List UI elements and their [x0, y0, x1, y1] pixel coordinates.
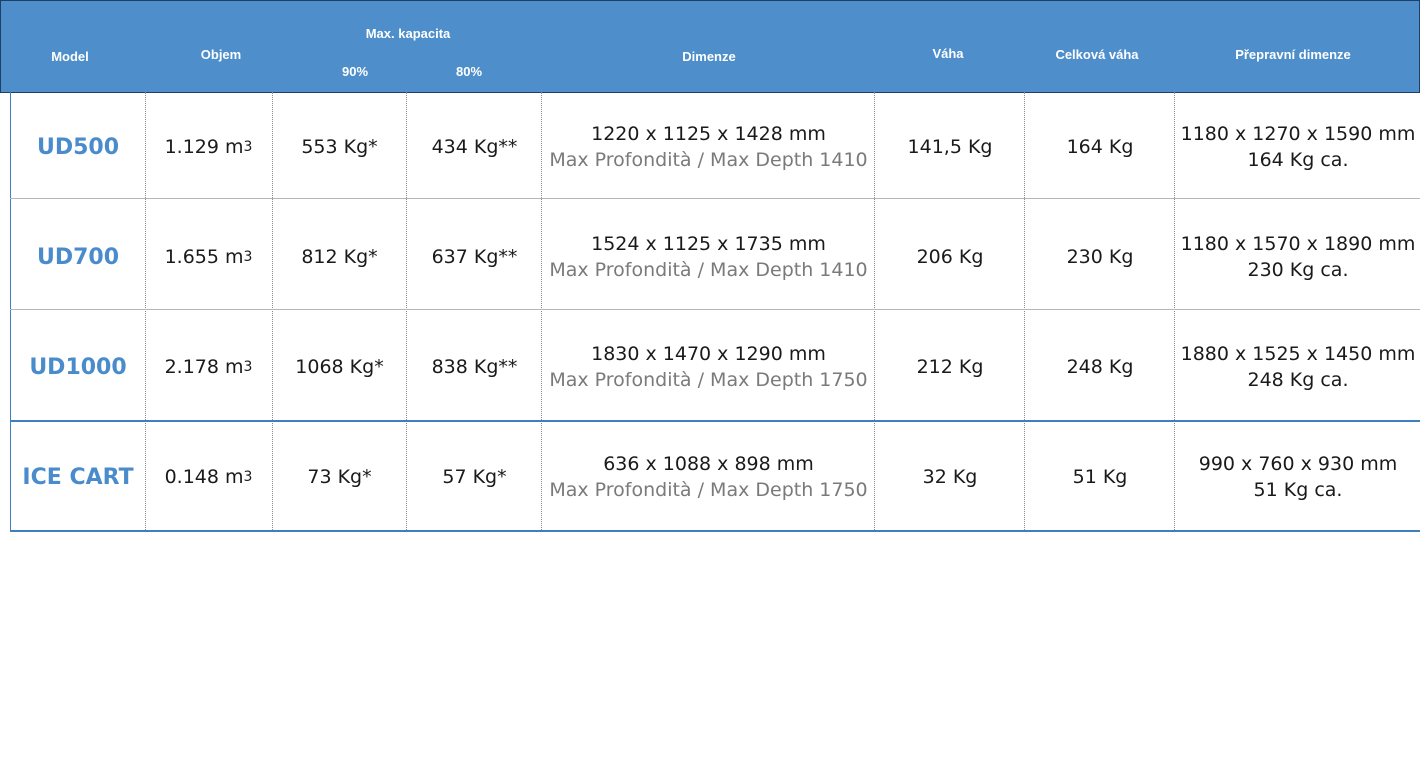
shipping-dimension: 1180 x 1270 x 1590 mm: [1180, 123, 1416, 145]
shipping-dimension: 1880 x 1525 x 1450 mm: [1180, 343, 1416, 365]
capacity-80: 434 Kg**: [431, 136, 518, 158]
weight-value: 141,5 Kg: [907, 136, 993, 158]
weight-value: 32 Kg: [922, 466, 978, 488]
volume-value: 1.655 m: [164, 246, 244, 268]
capacity-80: 838 Kg**: [431, 356, 518, 378]
capacity-90: 812 Kg*: [301, 246, 378, 268]
capacity-90: 553 Kg*: [301, 136, 378, 158]
capacity-80: 637 Kg**: [431, 246, 518, 268]
dimension-value: 1524 x 1125 x 1735 mm: [591, 233, 826, 255]
column-divider: [1174, 92, 1175, 532]
volume-value: 0.148 m: [164, 466, 244, 488]
model-name: UD500: [36, 134, 120, 160]
dimension-max-depth: Max Profondità / Max Depth 1410: [549, 259, 868, 281]
total-weight-value: 164 Kg: [1066, 136, 1134, 158]
header-cap-80: 80%: [455, 64, 483, 79]
row-divider: [10, 198, 1420, 199]
capacity-80: 57 Kg*: [442, 466, 507, 488]
column-divider: [541, 92, 542, 532]
volume-cell: 1.655 m3: [164, 246, 253, 268]
dimension-max-depth: Max Profondità / Max Depth 1750: [549, 479, 868, 501]
volume-value: 2.178 m: [164, 356, 244, 378]
header-model: Model: [51, 49, 89, 64]
table-header: Model Objem Max. kapacita 90% 80% Dimenz…: [0, 0, 1420, 93]
dimension-value: 636 x 1088 x 898 mm: [603, 453, 814, 475]
shipping-cell: 1180 x 1270 x 1590 mm 164 Kg ca.: [1175, 92, 1420, 202]
capacity-90: 73 Kg*: [307, 466, 372, 488]
volume-cell: 1.129 m3: [164, 136, 253, 158]
shipping-dimension: 990 x 760 x 930 mm: [1198, 453, 1398, 475]
capacity-90: 1068 Kg*: [295, 356, 384, 378]
shipping-weight: 230 Kg ca.: [1247, 259, 1349, 281]
table-row: UD700 1.655 m3 812 Kg* 637 Kg** 1524 x 1…: [10, 202, 1419, 312]
dimension-cell: 1524 x 1125 x 1735 mm Max Profondità / M…: [542, 202, 875, 312]
weight-value: 206 Kg: [916, 246, 984, 268]
table-body: UD500 1.129 m3 553 Kg* 434 Kg** 1220 x 1…: [10, 92, 1420, 532]
column-divider: [1024, 92, 1025, 532]
dimension-value: 1830 x 1470 x 1290 mm: [591, 343, 826, 365]
volume-value: 1.129 m: [164, 136, 244, 158]
dimension-max-depth: Max Profondità / Max Depth 1410: [549, 149, 868, 171]
header-vaha: Váha: [932, 46, 964, 61]
shipping-cell: 990 x 760 x 930 mm 51 Kg ca.: [1175, 422, 1420, 532]
dimension-max-depth: Max Profondità / Max Depth 1750: [549, 369, 868, 391]
table-bottom-border: [10, 530, 1420, 532]
dimension-cell: 1220 x 1125 x 1428 mm Max Profondità / M…: [542, 92, 875, 202]
row-divider: [10, 420, 1420, 422]
row-divider: [10, 309, 1420, 310]
dimension-cell: 636 x 1088 x 898 mm Max Profondità / Max…: [542, 422, 875, 532]
column-divider: [406, 92, 407, 532]
shipping-dimension: 1180 x 1570 x 1890 mm: [1180, 233, 1416, 255]
model-name: ICE CART: [22, 464, 134, 490]
header-prepravni-dimenze: Přepravní dimenze: [1235, 47, 1351, 62]
dimension-value: 1220 x 1125 x 1428 mm: [591, 123, 826, 145]
shipping-weight: 51 Kg ca.: [1253, 479, 1343, 501]
column-divider: [874, 92, 875, 532]
volume-cell: 0.148 m3: [164, 466, 253, 488]
table-row: UD500 1.129 m3 553 Kg* 434 Kg** 1220 x 1…: [10, 92, 1419, 202]
table-row: UD1000 2.178 m3 1068 Kg* 838 Kg** 1830 x…: [10, 312, 1419, 422]
model-name: UD1000: [29, 354, 127, 380]
model-name: UD700: [36, 244, 120, 270]
header-max-kapacita: Max. kapacita: [365, 26, 451, 41]
volume-cell: 2.178 m3: [164, 356, 253, 378]
header-dimenze: Dimenze: [682, 49, 736, 64]
column-divider: [272, 92, 273, 532]
dimension-cell: 1830 x 1470 x 1290 mm Max Profondità / M…: [542, 312, 875, 422]
shipping-cell: 1880 x 1525 x 1450 mm 248 Kg ca.: [1175, 312, 1420, 422]
shipping-weight: 164 Kg ca.: [1247, 149, 1349, 171]
header-cap-90: 90%: [341, 64, 369, 79]
column-divider: [145, 92, 146, 532]
shipping-cell: 1180 x 1570 x 1890 mm 230 Kg ca.: [1175, 202, 1420, 312]
total-weight-value: 248 Kg: [1066, 356, 1134, 378]
total-weight-value: 230 Kg: [1066, 246, 1134, 268]
header-objem: Objem: [200, 47, 242, 62]
weight-value: 212 Kg: [916, 356, 984, 378]
total-weight-value: 51 Kg: [1072, 466, 1128, 488]
table-row: ICE CART 0.148 m3 73 Kg* 57 Kg* 636 x 10…: [10, 422, 1419, 532]
header-celkova-vaha: Celková váha: [1055, 47, 1139, 62]
shipping-weight: 248 Kg ca.: [1247, 369, 1349, 391]
